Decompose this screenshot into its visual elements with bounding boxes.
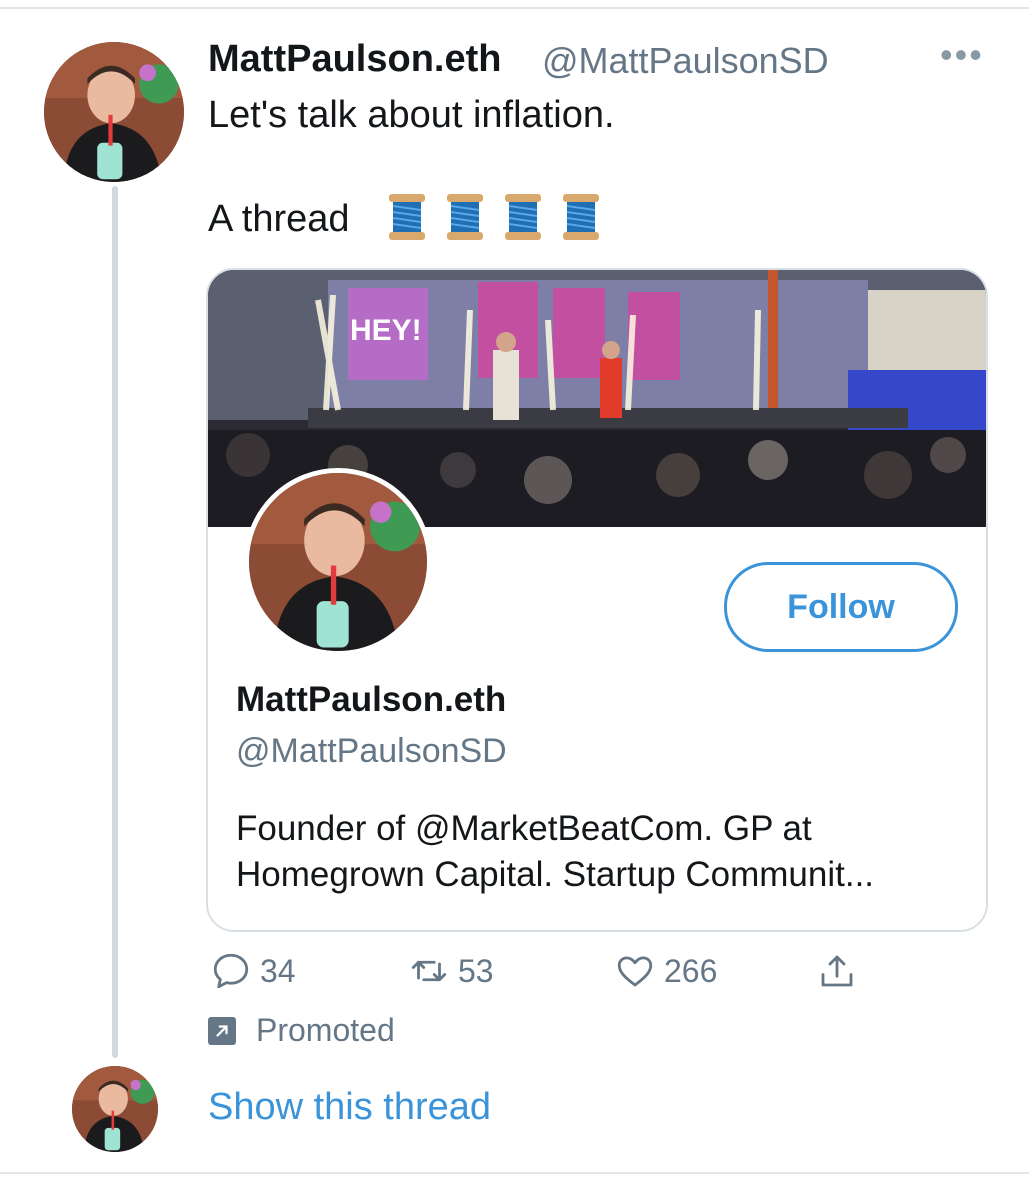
retweet-count: 53 — [458, 952, 494, 989]
card-avatar[interactable] — [244, 468, 432, 656]
avatar-photo-card — [249, 473, 427, 651]
spool-emoji-group — [385, 192, 603, 242]
bottom-divider — [0, 1172, 1029, 1174]
promoted-indicator: Promoted — [208, 1012, 395, 1049]
thread-connector-line — [112, 186, 118, 1058]
more-options-icon[interactable]: ••• — [940, 34, 984, 76]
heart-icon — [617, 956, 653, 987]
top-divider — [0, 7, 1029, 9]
spool-emoji-icon — [505, 194, 541, 240]
avatar-photo-small — [72, 1066, 158, 1152]
card-handle[interactable]: @MattPaulsonSD — [236, 732, 507, 771]
promoted-label: Promoted — [256, 1012, 395, 1048]
like-count: 266 — [664, 952, 718, 989]
card-display-name[interactable]: MattPaulson.eth — [236, 680, 506, 720]
profile-card[interactable]: HEY! Follow MattPaulson.eth @MattPaulson… — [206, 268, 988, 932]
show-thread-link[interactable]: Show this thread — [208, 1086, 491, 1129]
card-bio-line-2: Homegrown Capital. Startup Communit... — [236, 855, 875, 894]
share-icon — [821, 955, 853, 987]
card-bio-line-1: Founder of @MarketBeatCom. GP at — [236, 809, 812, 848]
card-bio: Founder of @MarketBeatCom. GP at Homegro… — [236, 806, 966, 898]
author-avatar[interactable] — [44, 42, 184, 182]
avatar-photo-main — [44, 42, 184, 182]
tweet-text-line-1: Let's talk about inflation. — [208, 94, 615, 136]
reply-icon — [213, 953, 249, 989]
spool-emoji-icon — [563, 194, 599, 240]
spool-emoji-icon — [447, 194, 483, 240]
banner-sign-text: HEY! — [350, 314, 422, 347]
retweet-button[interactable]: 53 — [408, 950, 494, 992]
retweet-icon — [411, 960, 447, 982]
reply-count: 34 — [260, 952, 296, 989]
author-display-name[interactable]: MattPaulson.eth — [208, 38, 501, 81]
author-handle[interactable]: @MattPaulsonSD — [542, 40, 829, 82]
like-button[interactable]: 266 — [614, 950, 717, 992]
reply-button[interactable]: 34 — [210, 950, 296, 992]
spool-emoji-icon — [389, 194, 425, 240]
promoted-arrow-icon — [208, 1016, 236, 1045]
thread-avatar[interactable] — [72, 1066, 158, 1152]
follow-button[interactable]: Follow — [724, 562, 958, 652]
tweet-text-line-2: A thread — [208, 198, 350, 240]
share-button[interactable] — [816, 950, 866, 992]
